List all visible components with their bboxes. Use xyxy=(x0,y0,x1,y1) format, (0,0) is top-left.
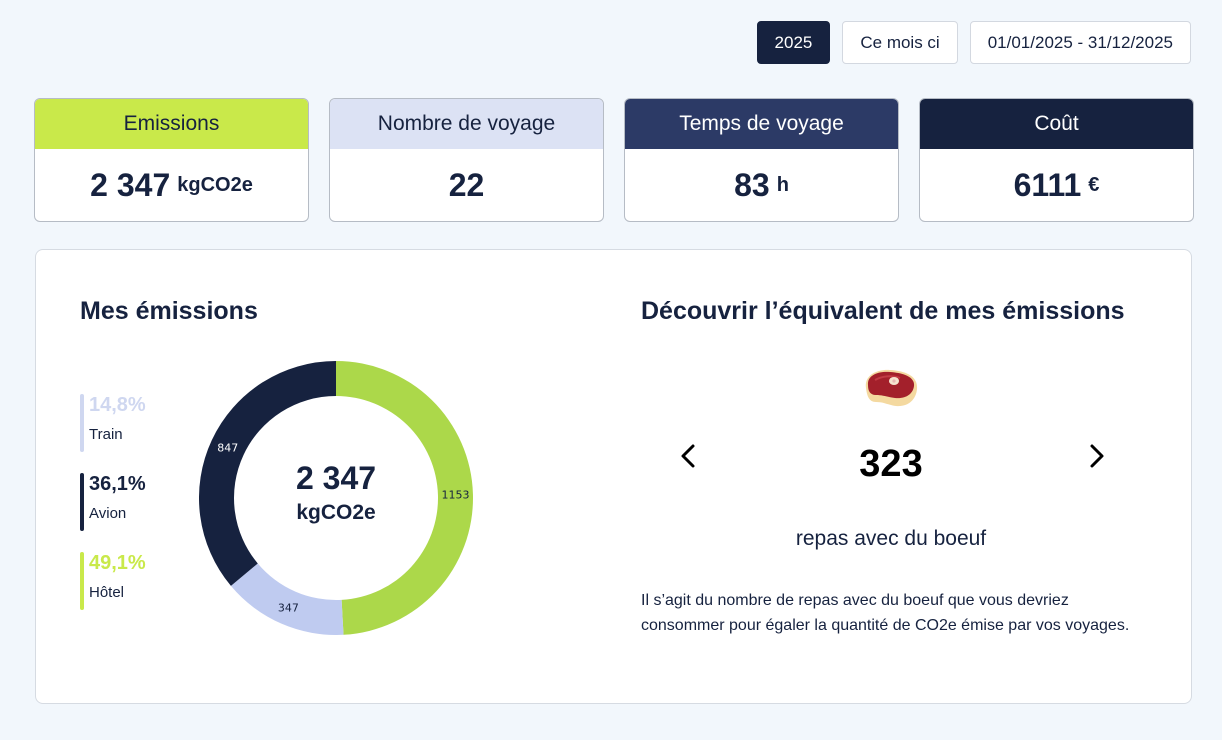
kpi-card-cost: Coût 6111 € xyxy=(919,98,1194,222)
filter-this-month-button[interactable]: Ce mois ci xyxy=(842,21,958,64)
kpi-value: 22 xyxy=(448,166,485,203)
kpi-card-travel-time: Temps de voyage 83 h xyxy=(624,98,899,222)
kpi-title: Emissions xyxy=(35,99,308,149)
equivalent-label: repas avec du boeuf xyxy=(795,527,987,550)
kpi-value: 6111 xyxy=(1013,166,1082,203)
kpi-cards: Emissions 2 347 kgCO2e Nombre de voyage … xyxy=(34,98,1194,222)
chevron-right-icon xyxy=(1090,444,1104,468)
legend-percentage: 14,8% xyxy=(89,394,146,416)
kpi-title: Nombre de voyage xyxy=(330,99,603,149)
kpi-card-trips: Nombre de voyage 22 xyxy=(329,98,604,222)
kpi-unit: € xyxy=(1088,173,1100,196)
legend-label: Hôtel xyxy=(89,584,125,601)
next-arrow-button[interactable] xyxy=(1080,440,1112,472)
legend-percentage: 36,1% xyxy=(89,473,146,495)
filter-year-button[interactable]: 2025 xyxy=(756,21,831,64)
kpi-title: Coût xyxy=(920,99,1193,149)
kpi-unit: kgCO2e xyxy=(177,173,253,196)
legend-label: Train xyxy=(89,426,123,443)
legend-item-train: 14,8% Train xyxy=(80,394,146,454)
kpi-unit: h xyxy=(776,173,789,196)
legend-label: Avion xyxy=(89,505,127,522)
chevron-left-icon xyxy=(681,444,695,468)
donut-total-unit: kgCO2e xyxy=(296,500,376,524)
legend-color-bar xyxy=(80,552,84,610)
kpi-value: 2 347 xyxy=(90,166,171,203)
legend-color-bar xyxy=(80,473,84,531)
emissions-panel: Mes émissions 14,8% Train 36,1% Avion 49… xyxy=(35,249,1192,704)
previous-arrow-button[interactable] xyxy=(673,440,705,472)
equivalent-title: Découvrir l’équivalent de mes émissions xyxy=(641,297,1125,325)
donut-center: 2 347 kgCO2e xyxy=(199,361,473,635)
emissions-title: Mes émissions xyxy=(80,297,258,325)
date-range-button[interactable]: 01/01/2025 - 31/12/2025 xyxy=(969,21,1191,64)
legend-percentage: 49,1% xyxy=(89,552,146,574)
kpi-title: Temps de voyage xyxy=(625,99,898,149)
kpi-card-emissions: Emissions 2 347 kgCO2e xyxy=(34,98,309,222)
period-filters: 2025 Ce mois ci 01/01/2025 - 31/12/2025 xyxy=(756,21,1191,64)
steak-icon xyxy=(862,367,920,414)
emissions-legend: 14,8% Train 36,1% Avion 49,1% Hôtel xyxy=(80,388,146,631)
emissions-donut-chart: 1153 347 847 2 347 kgCO2e xyxy=(199,361,473,635)
equivalent-value: 323 xyxy=(859,443,923,485)
legend-color-bar xyxy=(80,394,84,452)
legend-item-hotel: 49,1% Hôtel xyxy=(80,552,146,612)
equivalent-description: Il s’agit du nombre de repas avec du boe… xyxy=(641,592,1130,634)
legend-item-avion: 36,1% Avion xyxy=(80,473,146,533)
donut-total-value: 2 347 xyxy=(295,459,377,496)
kpi-value: 83 xyxy=(734,166,770,203)
